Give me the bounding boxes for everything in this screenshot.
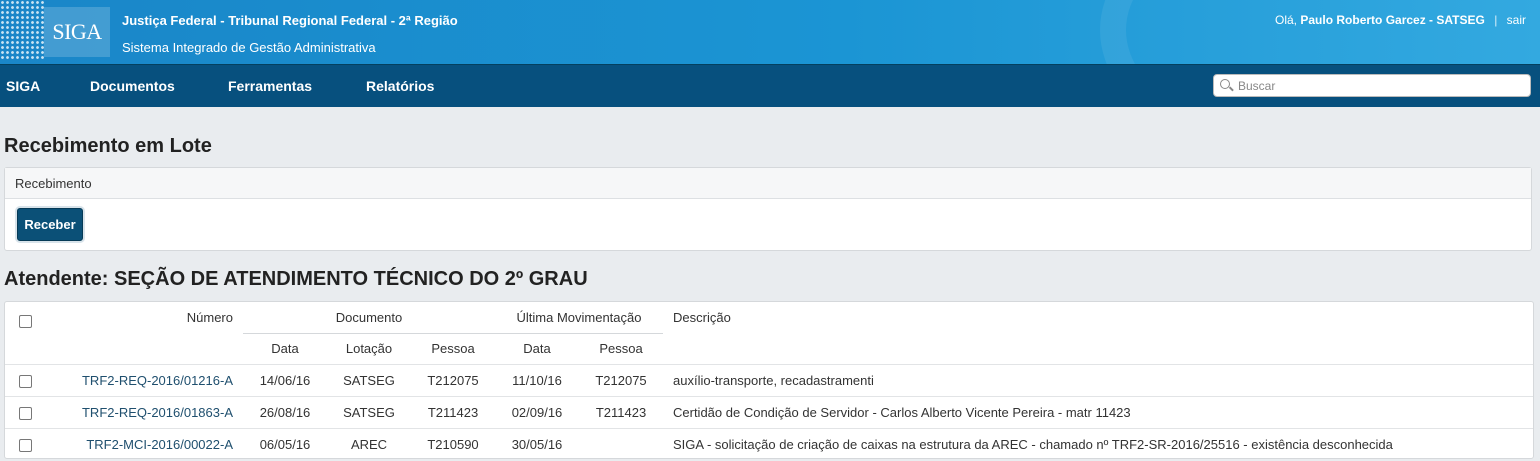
- mov-data-cell: 11/10/16: [495, 363, 579, 396]
- nav-item-relatorios[interactable]: Relatórios: [366, 65, 434, 108]
- doc-lotacao-cell: SATSEG: [327, 363, 411, 396]
- col-doc-pessoa: Pessoa: [431, 341, 475, 356]
- header-decoration: [1100, 0, 1540, 64]
- system-name: Sistema Integrado de Gestão Administrati…: [122, 40, 376, 55]
- attendant-title: Atendente: SEÇÃO DE ATENDIMENTO TÉCNICO …: [4, 268, 588, 290]
- document-link[interactable]: TRF2-REQ-2016/01863-A: [82, 405, 233, 420]
- numero-cell: TRF2-REQ-2016/01863-A: [45, 395, 243, 428]
- col-group-ultima-movimentacao: Última Movimentação: [495, 302, 663, 334]
- row-checkbox[interactable]: [18, 374, 32, 388]
- row-checkbox[interactable]: [18, 406, 32, 420]
- documents-table: Número Documento Última Movimentação Des…: [5, 302, 1533, 458]
- mov-pessoa-cell: [579, 427, 663, 458]
- table-row: TRF2-REQ-2016/01216-A 14/06/16 SATSEG T2…: [5, 363, 1533, 396]
- receive-panel: Recebimento Receber: [4, 167, 1532, 251]
- doc-lotacao-cell: SATSEG: [327, 395, 411, 428]
- numero-cell: TRF2-REQ-2016/01216-A: [45, 363, 243, 396]
- row-select-cell: [5, 427, 45, 458]
- user-name: Paulo Roberto Garcez - SATSEG: [1300, 13, 1485, 27]
- search-box[interactable]: [1213, 74, 1531, 97]
- doc-pessoa-cell: T210590: [411, 427, 495, 458]
- app-header: SIGA Justiça Federal - Tribunal Regional…: [0, 0, 1540, 64]
- col-doc-lotacao: Lotação: [345, 341, 393, 356]
- col-mov-pessoa: Pessoa: [599, 341, 643, 356]
- logo-text: SIGA: [44, 7, 110, 57]
- col-numero: Número: [186, 310, 233, 325]
- organization-name: Justiça Federal - Tribunal Regional Fede…: [122, 13, 458, 28]
- logo-dots-pattern: [0, 0, 44, 60]
- documents-table-panel: Número Documento Última Movimentação Des…: [4, 301, 1534, 459]
- numero-cell: TRF2-MCI-2016/00022-A: [45, 427, 243, 458]
- mov-data-cell: 30/05/16: [495, 427, 579, 458]
- mov-pessoa-cell: T212075: [579, 363, 663, 396]
- row-checkbox[interactable]: [18, 438, 32, 452]
- doc-pessoa-cell: T212075: [411, 363, 495, 396]
- nav-item-ferramentas[interactable]: Ferramentas: [228, 65, 312, 108]
- page-title: Recebimento em Lote: [4, 135, 212, 157]
- doc-data-cell: 26/08/16: [243, 395, 327, 428]
- table-row: TRF2-MCI-2016/00022-A 06/05/16 AREC T210…: [5, 427, 1533, 458]
- descricao-cell: Certidão de Condição de Servidor - Carlo…: [663, 395, 1533, 428]
- select-all-checkbox[interactable]: [18, 315, 32, 329]
- search-icon: [1220, 79, 1230, 89]
- nav-item-documentos[interactable]: Documentos: [90, 65, 175, 108]
- user-area: Olá, Paulo Roberto Garcez - SATSEG | sai…: [1275, 13, 1526, 27]
- search-input[interactable]: [1238, 77, 1523, 95]
- doc-lotacao-cell: AREC: [327, 427, 411, 458]
- logout-link[interactable]: sair: [1507, 13, 1526, 27]
- main-nav: SIGA Documentos Ferramentas Relatórios: [0, 64, 1540, 107]
- col-group-documento: Documento: [243, 302, 495, 334]
- col-doc-data: Data: [271, 341, 299, 356]
- row-select-cell: [5, 395, 45, 428]
- table-header-row: Número Documento Última Movimentação Des…: [5, 302, 1533, 334]
- nav-item-siga[interactable]: SIGA: [6, 65, 40, 108]
- mov-pessoa-cell: T211423: [579, 395, 663, 428]
- document-link[interactable]: TRF2-REQ-2016/01216-A: [82, 373, 233, 388]
- receive-panel-title: Recebimento: [5, 168, 1531, 199]
- user-separator: |: [1494, 13, 1498, 27]
- receive-button[interactable]: Receber: [17, 208, 83, 241]
- greeting: Olá,: [1275, 13, 1298, 27]
- doc-pessoa-cell: T211423: [411, 395, 495, 428]
- doc-data-cell: 14/06/16: [243, 363, 327, 396]
- doc-data-cell: 06/05/16: [243, 427, 327, 458]
- mov-data-cell: 02/09/16: [495, 395, 579, 428]
- select-all-cell: [5, 302, 45, 364]
- col-mov-data: Data: [523, 341, 551, 356]
- descricao-cell: SIGA - solicitação de criação de caixas …: [663, 427, 1533, 458]
- col-descricao: Descrição: [673, 310, 731, 325]
- table-row: TRF2-REQ-2016/01863-A 26/08/16 SATSEG T2…: [5, 395, 1533, 428]
- siga-logo[interactable]: SIGA: [0, 0, 112, 60]
- descricao-cell: auxílio-transporte, recadastramenti: [663, 363, 1533, 396]
- document-link[interactable]: TRF2-MCI-2016/00022-A: [86, 437, 233, 452]
- row-select-cell: [5, 363, 45, 396]
